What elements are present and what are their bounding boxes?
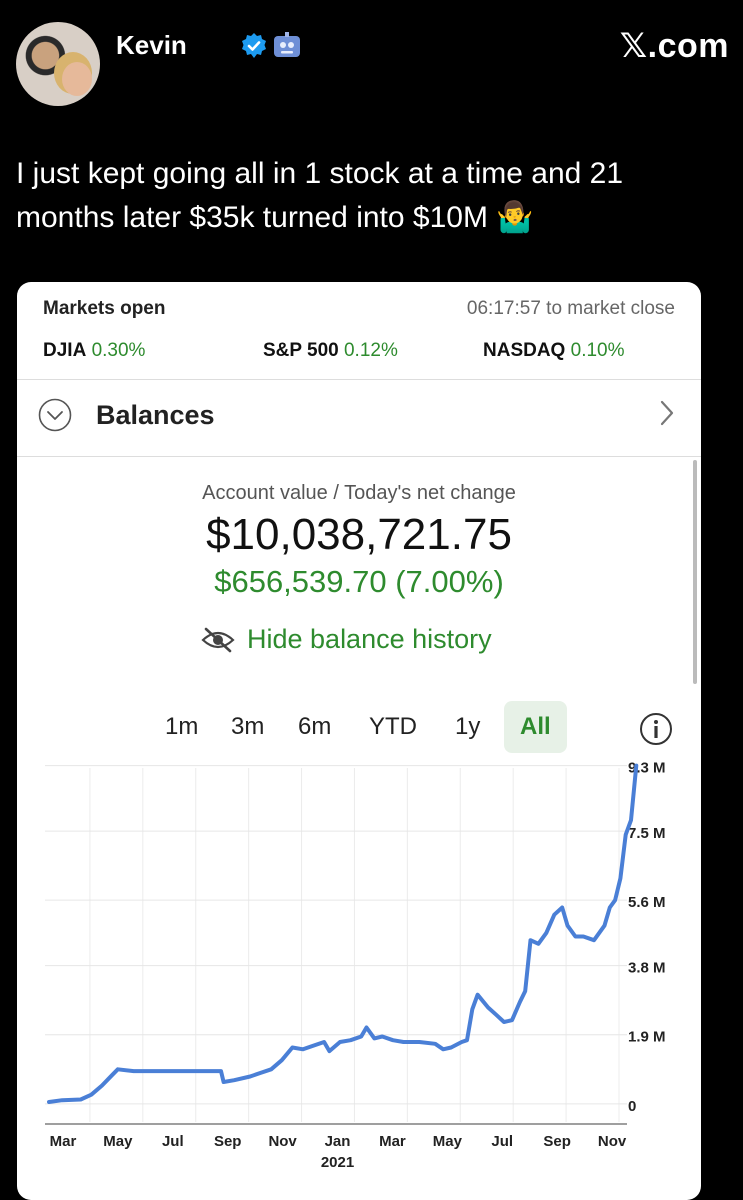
info-icon[interactable] [639, 712, 673, 746]
tweet-header: Kevin 𝕏.com [0, 0, 743, 130]
collapse-chevron-icon[interactable] [38, 398, 72, 432]
x-tick-label: Jan [325, 1133, 351, 1150]
index-sp500[interactable]: S&P 500 0.12% [263, 340, 398, 362]
x-tick-label: Nov [268, 1133, 297, 1150]
tweet-text: I just kept going all in 1 stock at a ti… [16, 157, 624, 234]
brand-logo: 𝕏.com [619, 27, 729, 65]
x-tick-label: Nov [598, 1133, 627, 1150]
index-change: 0.30% [91, 340, 146, 361]
verified-badge-icon [242, 33, 266, 58]
avatar[interactable] [16, 22, 100, 106]
y-tick-label: 5.6 M [628, 894, 666, 911]
balance-series-line [47, 763, 639, 1104]
index-change: 0.10% [570, 340, 625, 361]
market-close-timer: 06:17:57 to market close [466, 298, 675, 319]
index-change: 0.12% [343, 340, 398, 361]
divider [17, 456, 701, 457]
author-name[interactable]: Kevin [116, 30, 187, 61]
section-title: Balances [96, 400, 215, 430]
account-value: $10,038,721.75 [206, 510, 512, 559]
range-1m[interactable]: 1m [165, 713, 198, 741]
range-selector: 1m 3m 6m YTD 1y All [17, 699, 701, 757]
x-year-label: 2021 [321, 1154, 354, 1171]
range-3m[interactable]: 3m [231, 713, 264, 741]
x-tick-label: May [103, 1133, 133, 1150]
y-tick-label: 3.8 M [628, 960, 666, 977]
index-name: S&P 500 [263, 340, 339, 361]
x-tick-label: Mar [379, 1133, 406, 1150]
x-tick-label: Sep [214, 1133, 242, 1150]
balance-chart: 01.9 M3.8 M5.6 M7.5 M9.3 MMar May Jul Sep No… [45, 762, 666, 1171]
hide-history-label: Hide balance history [247, 624, 492, 654]
range-ytd[interactable]: YTD [369, 713, 417, 741]
x-tick-label: Jul [162, 1133, 184, 1150]
x-tick-label: Mar [50, 1133, 77, 1150]
x-tick-label: Sep [543, 1133, 571, 1150]
brokerage-screenshot: Markets open 06:17:57 to market close DJ… [17, 282, 701, 1200]
robot-emoji-icon [274, 32, 300, 57]
index-row: DJIA 0.30% S&P 500 0.12% NASDAQ 0.10% [43, 340, 683, 364]
y-tick-label: 0 [628, 1098, 636, 1115]
net-change: $656,539.70 (7.00%) [214, 564, 504, 599]
balances-header[interactable]: Balances [17, 380, 701, 456]
account-label: Account value / Today's net change [202, 482, 516, 504]
chevron-right-icon[interactable] [657, 398, 677, 428]
index-djia[interactable]: DJIA 0.30% [43, 340, 145, 362]
market-status: Markets open [43, 298, 166, 319]
range-all[interactable]: All [504, 701, 567, 753]
market-status-row: Markets open 06:17:57 to market close [43, 298, 675, 322]
y-tick-label: 7.5 M [628, 825, 666, 842]
x-tick-label: May [433, 1133, 463, 1150]
index-name: DJIA [43, 340, 87, 361]
index-nasdaq[interactable]: NASDAQ 0.10% [483, 340, 625, 362]
eye-slash-icon [201, 627, 235, 653]
x-tick-label: Jul [491, 1133, 513, 1150]
range-1y[interactable]: 1y [455, 713, 480, 741]
range-6m[interactable]: 6m [298, 713, 331, 741]
y-tick-label: 1.9 M [628, 1029, 666, 1046]
index-name: NASDAQ [483, 340, 566, 361]
